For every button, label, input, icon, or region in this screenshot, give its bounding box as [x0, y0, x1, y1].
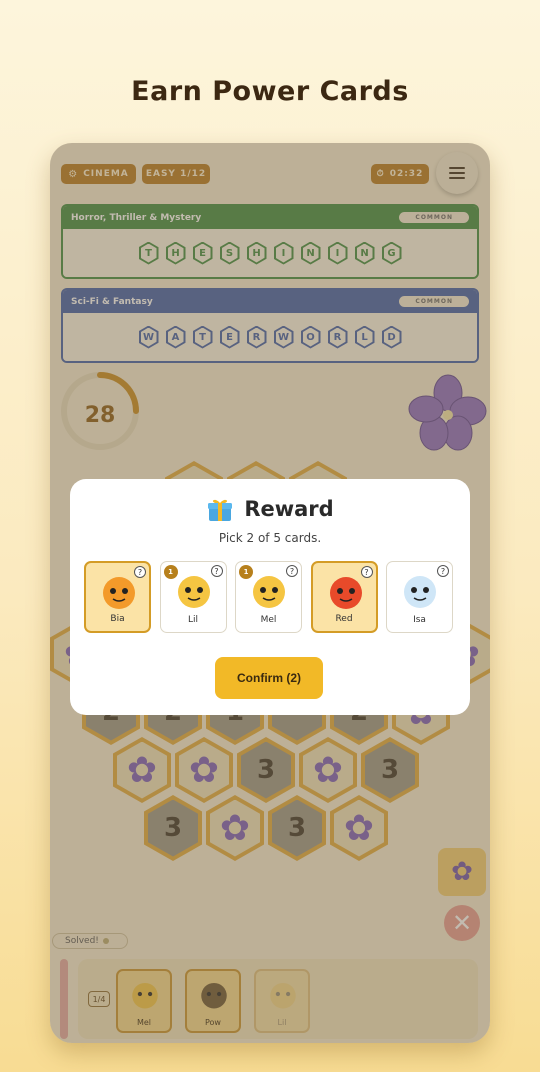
level-badge: 1 — [163, 565, 178, 579]
card-name: Lil — [187, 615, 198, 625]
bee-avatar-icon — [404, 576, 436, 608]
card-name: Mel — [260, 615, 277, 625]
headline: Earn Power Cards — [131, 76, 409, 107]
bee-avatar-icon — [329, 577, 362, 609]
card-name: Bia — [110, 614, 125, 624]
gift-icon — [208, 499, 233, 521]
reward-card-isa[interactable]: ? Isa — [386, 561, 453, 633]
reward-card-bia[interactable]: ? Bia — [84, 561, 151, 633]
reward-card-lil[interactable]: 1? Lil — [159, 561, 227, 633]
help-icon[interactable]: ? — [210, 565, 223, 577]
reward-card-mel[interactable]: 1? Mel — [235, 561, 302, 633]
bee-avatar-icon — [103, 577, 135, 609]
game-screen: ⚙ CINEMA EASY 1/12 ⏱ 02:32 Horror, Thril… — [50, 143, 490, 1043]
help-icon[interactable]: ? — [134, 566, 146, 578]
reward-modal: Reward Pick 2 of 5 cards. ? Bia 1? Lil 1? Mel… — [70, 479, 470, 715]
help-icon[interactable]: ? — [360, 566, 373, 578]
help-icon[interactable]: ? — [437, 565, 449, 577]
reward-card-red[interactable]: ? Red — [310, 561, 378, 633]
bee-avatar-icon — [253, 576, 285, 608]
modal-subtitle: Pick 2 of 5 cards. — [218, 531, 322, 545]
help-icon[interactable]: ? — [286, 565, 298, 577]
card-name: Red — [335, 614, 353, 624]
card-name: Isa — [413, 615, 426, 625]
level-badge: 1 — [239, 565, 253, 579]
confirm-button[interactable]: Confirm (2) — [215, 657, 323, 699]
bee-avatar-icon — [177, 576, 210, 608]
modal-title: Reward — [244, 497, 334, 521]
